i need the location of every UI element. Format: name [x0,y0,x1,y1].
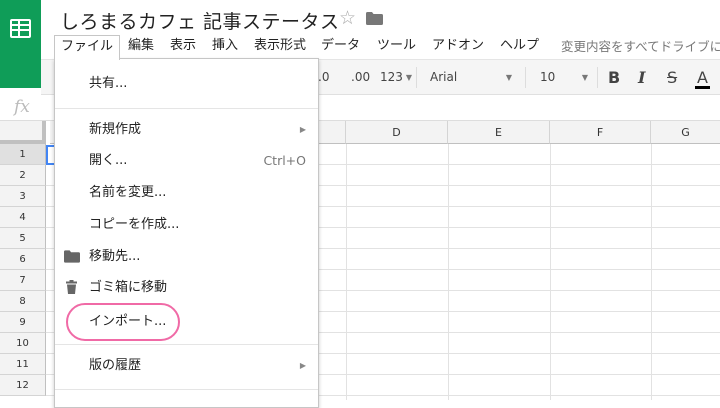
decrease-decimal-button[interactable]: .0 [318,60,329,95]
menu-format[interactable]: 表示形式 [248,35,312,59]
column-header-g[interactable]: G [651,121,720,144]
menu-item-open[interactable]: 開く... Ctrl+O [55,146,318,176]
toolbar-divider [416,67,417,88]
menu-divider [55,344,318,345]
column-header-e[interactable]: E [448,121,550,144]
row-header[interactable]: 11 [0,354,46,375]
menu-item-move-to-trash[interactable]: ゴミ箱に移動 [55,273,318,303]
document-title[interactable]: しろまるカフェ 記事ステータス [60,7,340,34]
grid-line [550,144,551,400]
text-color-button[interactable]: A [697,60,708,95]
menu-insert[interactable]: 挿入 [206,35,244,59]
menu-item-label: ゴミ箱に移動 [89,273,167,303]
font-size-label: 10 [540,70,555,84]
menu-item-label: 版の履歴 [89,351,141,381]
menu-divider [55,389,318,390]
menu-item-label: 移動先... [89,242,140,272]
row-header[interactable]: 2 [0,165,46,186]
menu-file[interactable]: ファイル [54,35,120,60]
menu-item-label: コピーを作成... [89,210,179,240]
active-cell[interactable] [46,145,54,165]
italic-button[interactable]: I [638,60,645,95]
grid-line [346,144,347,400]
increase-decimal-button[interactable]: .00 [351,60,370,95]
column-header-f[interactable]: F [550,121,651,144]
row-header[interactable]: 8 [0,291,46,312]
menu-item-label: 共有... [89,69,127,99]
submenu-arrow-icon: ▶ [300,351,306,381]
number-format-button[interactable]: 123▼ [380,60,412,95]
menu-view[interactable]: 表示 [164,35,202,59]
font-select[interactable]: Arial ▼ [430,60,520,95]
number-format-label: 123 [380,70,403,84]
menu-item-move-to[interactable]: 移動先... [55,242,318,272]
menu-data[interactable]: データ [315,35,366,59]
fx-icon: fx [14,97,30,117]
menu-item-new[interactable]: 新規作成 ▶ [55,115,318,145]
google-sheets-icon [10,19,31,38]
grid-line [448,144,449,400]
row-header[interactable]: 4 [0,207,46,228]
menu-item-label: 名前を変更... [89,178,166,208]
folder-icon[interactable] [366,12,383,25]
menu-item-make-copy[interactable]: コピーを作成... [55,210,318,240]
toolbar-divider [597,67,598,88]
row-header[interactable]: 1 [0,144,46,165]
text-color-swatch [695,86,710,89]
menu-item-label: 新規作成 [89,115,141,145]
column-header-d[interactable]: D [346,121,448,144]
menu-divider [55,108,318,109]
decrease-decimal-label: .0 [318,70,329,84]
menu-item-rename[interactable]: 名前を変更... [55,178,318,208]
google-sheets-logo[interactable] [0,0,41,88]
shortcut-label: Ctrl+O [263,146,306,176]
row-header[interactable]: 5 [0,228,46,249]
row-header[interactable]: 7 [0,270,46,291]
chevron-down-icon: ▼ [406,73,412,82]
trash-icon [66,280,77,294]
bold-button[interactable]: B [608,60,620,95]
menu-edit[interactable]: 編集 [122,35,160,59]
text-color-label: A [697,68,708,87]
menu-item-share[interactable]: 共有... [55,69,318,99]
menu-addons[interactable]: アドオン [426,35,490,59]
row-header[interactable]: 10 [0,333,46,354]
folder-icon [64,250,80,263]
strikethrough-button[interactable]: S [667,60,677,95]
row-header[interactable]: 12 [0,375,46,396]
file-menu-dropdown: 共有... 新規作成 ▶ 開く... Ctrl+O 名前を変更... コピーを作成.… [54,58,319,408]
font-label: Arial [430,70,457,84]
grid-line [651,144,652,400]
chevron-down-icon: ▼ [506,60,512,95]
menu-tools[interactable]: ツール [371,35,422,59]
menu-help[interactable]: ヘルプ [494,35,545,59]
save-status[interactable]: 変更内容をすべてドライブに [561,36,720,55]
chevron-down-icon: ▼ [582,60,588,95]
row-header[interactable]: 9 [0,312,46,333]
toolbar-divider [525,67,526,88]
select-all-corner[interactable] [0,121,46,144]
row-header[interactable]: 6 [0,249,46,270]
annotation-highlight-ring [66,303,180,341]
star-icon[interactable]: ☆ [339,7,356,29]
menu-item-label: 開く... [89,146,127,176]
font-size-select[interactable]: 10 ▼ [540,60,590,95]
increase-decimal-label: .00 [351,70,370,84]
submenu-arrow-icon: ▶ [300,115,306,145]
menu-item-version-history[interactable]: 版の履歴 ▶ [55,351,318,381]
row-header[interactable]: 3 [0,186,46,207]
